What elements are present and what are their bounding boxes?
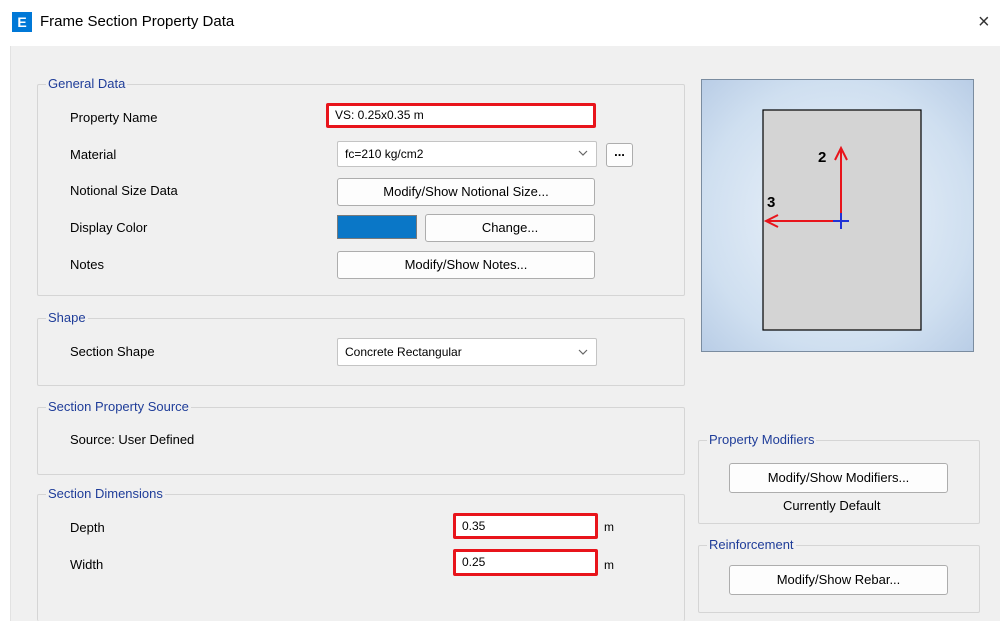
axis-3-label: 3 [767,194,775,211]
modify-notional-size-button[interactable]: Modify/Show Notional Size... [337,178,595,206]
source-text: Source: User Defined [70,432,195,447]
close-icon[interactable]: × [978,12,990,32]
display-color-swatch[interactable] [337,215,417,239]
modify-rebar-button[interactable]: Modify/Show Rebar... [729,565,948,595]
section-diagram: 2 3 [762,109,922,331]
modify-modifiers-button[interactable]: Modify/Show Modifiers... [729,463,948,493]
material-value: fc=210 kg/cm2 [345,147,424,161]
section-shape-label: Section Shape [70,344,155,359]
material-select[interactable]: fc=210 kg/cm2 [337,141,597,167]
modifiers-status: Currently Default [783,498,881,513]
reinforcement-legend: Reinforcement [707,537,796,553]
shape-legend: Shape [46,310,88,326]
property-source-legend: Section Property Source [46,399,191,415]
change-color-button[interactable]: Change... [425,214,595,242]
title-bar: E Frame Section Property Data × [0,0,1001,46]
axis-2-label: 2 [818,149,826,166]
window-title: Frame Section Property Data [40,13,235,30]
section-shape-select[interactable]: Concrete Rectangular [337,338,597,366]
material-label: Material [70,147,117,162]
section-shape-value: Concrete Rectangular [345,345,462,359]
property-name-label: Property Name [70,110,158,125]
modify-notes-button[interactable]: Modify/Show Notes... [337,251,595,279]
width-label: Width [70,557,104,572]
width-input[interactable]: 0.25 [453,549,598,576]
property-modifiers-legend: Property Modifiers [707,432,817,448]
section-dimensions-legend: Section Dimensions [46,486,165,502]
depth-label: Depth [70,520,105,535]
width-unit: m [604,558,614,572]
notional-size-label: Notional Size Data [70,183,178,198]
section-preview: 2 3 [701,79,974,352]
chevron-down-icon [578,349,588,355]
notes-label: Notes [70,257,104,272]
depth-unit: m [604,520,614,534]
property-name-input[interactable]: VS: 0.25x0.35 m [326,103,596,128]
general-data-legend: General Data [46,76,128,92]
chevron-down-icon [578,150,588,156]
app-logo-icon: E [12,12,32,32]
depth-input[interactable]: 0.35 [453,513,598,539]
display-color-label: Display Color [70,220,148,235]
material-more-button[interactable]: ... [606,143,633,167]
